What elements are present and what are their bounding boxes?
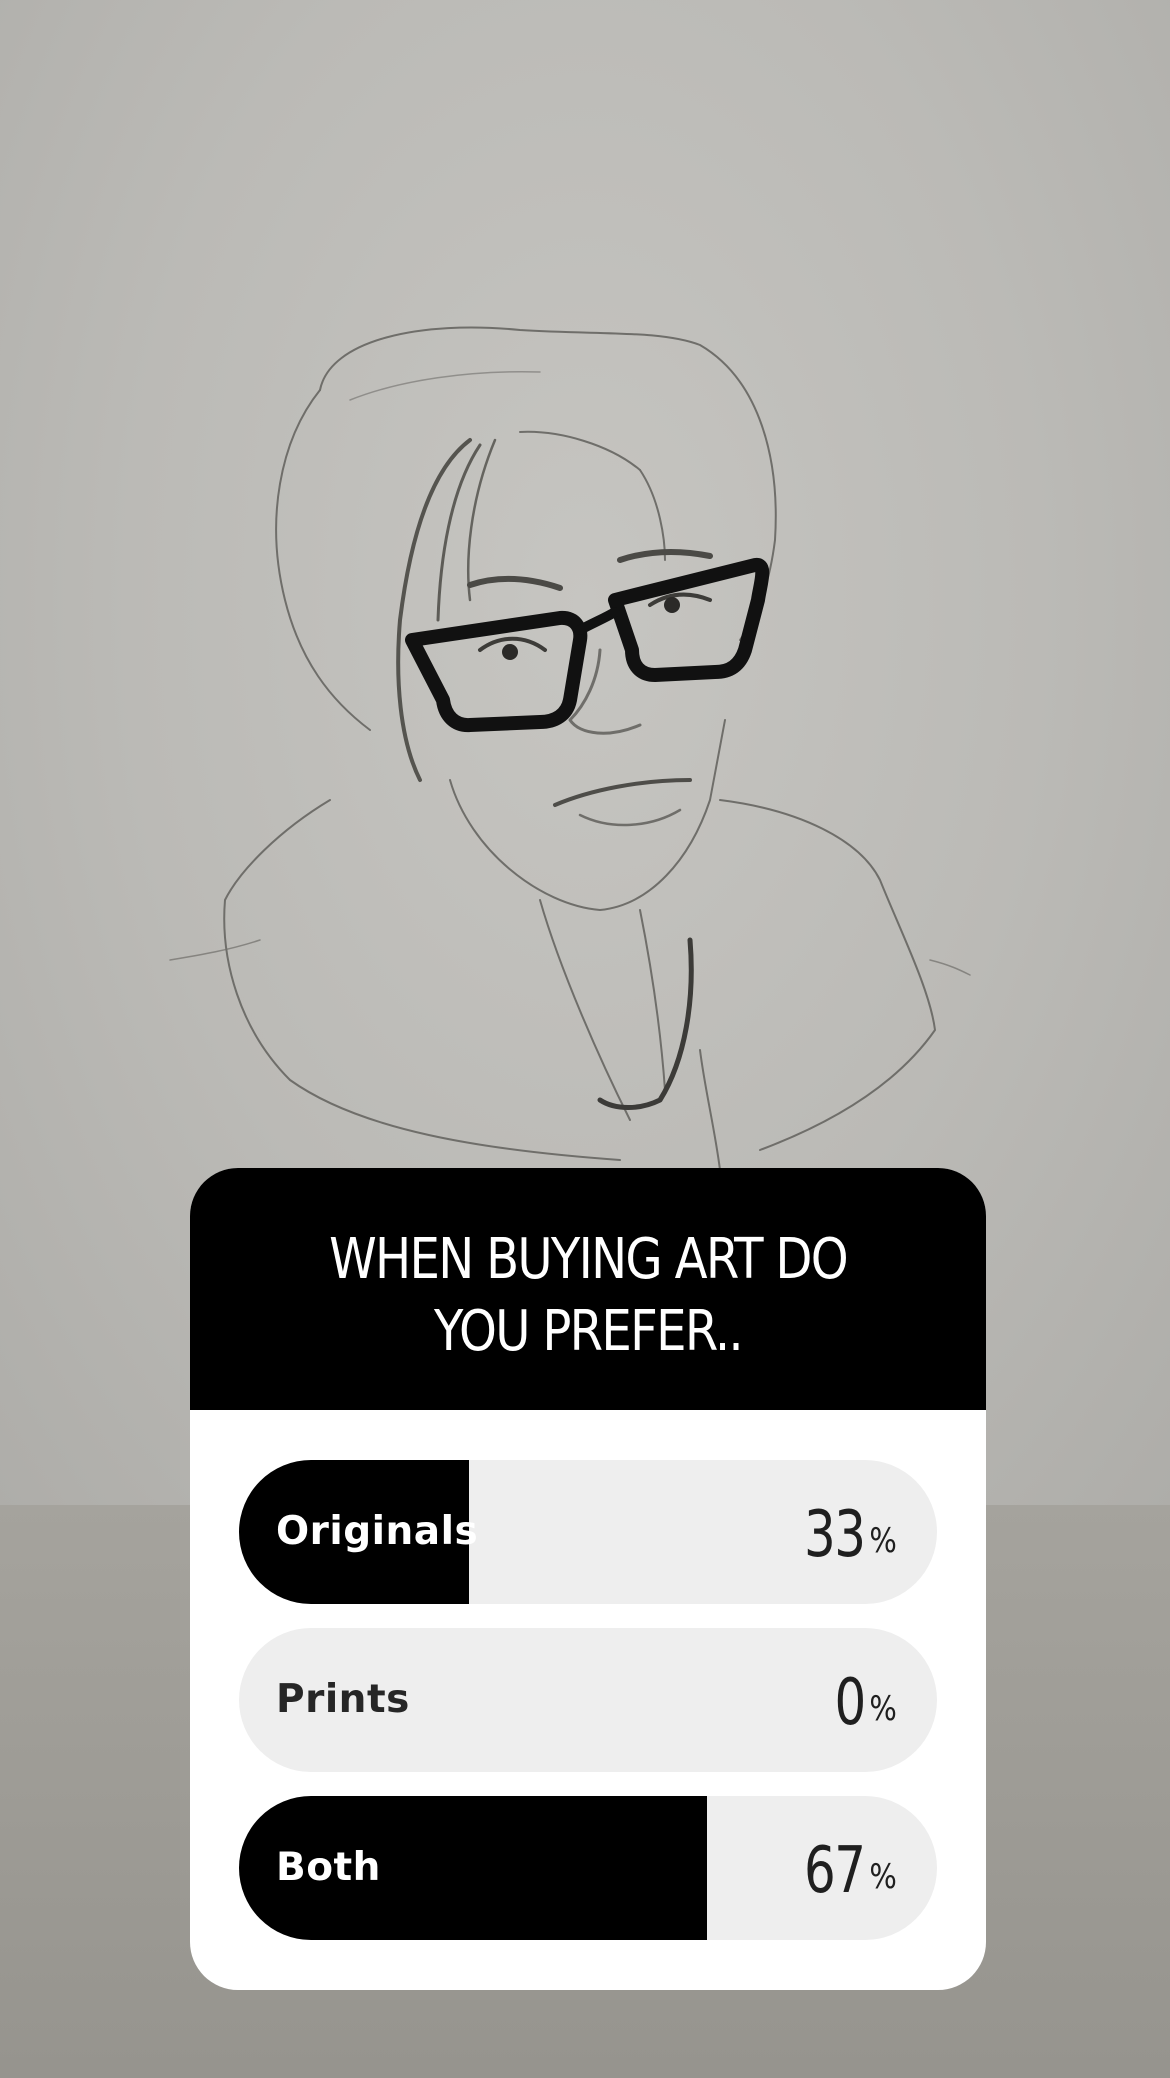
poll-option-percent: 33 % bbox=[787, 1500, 899, 1576]
poll-percent-value: 67 bbox=[804, 1834, 866, 1908]
poll-option-percent: 67 % bbox=[787, 1836, 899, 1912]
poll-option-originals[interactable]: Originals 33 % bbox=[239, 1460, 937, 1604]
poll-percent-sign: % bbox=[869, 1689, 897, 1729]
poll-percent-value: 0 bbox=[834, 1666, 866, 1740]
poll-percent-sign: % bbox=[869, 1521, 897, 1561]
poll-percent-value: 33 bbox=[804, 1498, 866, 1572]
poll-option-percent: 0 % bbox=[826, 1668, 899, 1744]
poll-option-label: Both bbox=[276, 1845, 381, 1890]
poll-option-label: Prints bbox=[276, 1677, 410, 1722]
poll-question: WHEN BUYING ART DO YOU PREFER.. bbox=[329, 1227, 849, 1364]
poll-percent-sign: % bbox=[869, 1857, 897, 1897]
poll-sticker[interactable]: WHEN BUYING ART DO YOU PREFER.. Original… bbox=[190, 1168, 986, 1990]
poll-option-prints[interactable]: Prints 0 % bbox=[239, 1628, 937, 1772]
poll-option-both[interactable]: Both 67 % bbox=[239, 1796, 937, 1940]
poll-header: WHEN BUYING ART DO YOU PREFER.. bbox=[190, 1168, 986, 1410]
poll-option-label: Originals bbox=[276, 1509, 479, 1554]
